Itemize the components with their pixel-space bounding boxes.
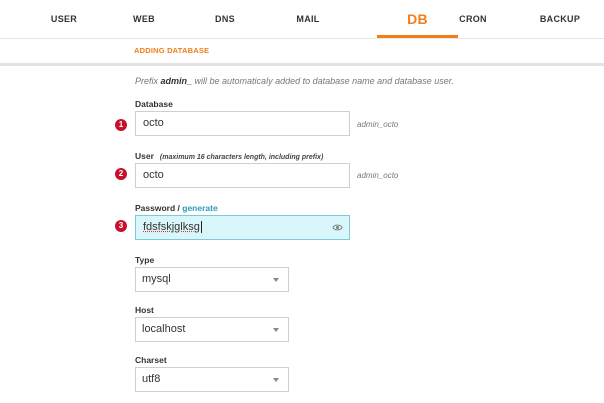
nav-tab-web[interactable]: WEB <box>124 0 164 38</box>
user-length-note: (maximum 16 characters length, including… <box>159 154 324 161</box>
step-badge-2: 2 <box>115 168 127 180</box>
step-badge-1: 1 <box>115 119 127 131</box>
nav-tab-backup[interactable]: BACKUP <box>536 0 584 38</box>
chevron-down-icon <box>273 378 279 382</box>
hint-text-before: Prefix <box>135 76 161 86</box>
host-label: Host <box>135 305 154 315</box>
charset-label: Charset <box>135 355 167 365</box>
nav-tab-dns[interactable]: DNS <box>205 0 245 38</box>
type-label: Type <box>135 255 155 265</box>
nav-tab-mail[interactable]: MAIL <box>288 0 328 38</box>
nav-tab-db[interactable]: DB <box>377 0 458 38</box>
prefix-hint: Prefix admin_ will be automaticaly added… <box>135 76 454 86</box>
nav-tab-user[interactable]: USER <box>44 0 84 38</box>
user-input[interactable]: octo <box>135 163 350 188</box>
generate-password-link[interactable]: generate <box>182 203 217 213</box>
database-label: Database <box>135 99 173 109</box>
user-label: User (maximum 16 characters length, inclu… <box>135 151 323 161</box>
type-select[interactable]: mysql <box>135 267 289 292</box>
host-selected-value: localhost <box>142 323 186 335</box>
charset-select[interactable]: utf8 <box>135 367 289 392</box>
page-title: ADDING DATABASE <box>134 46 210 55</box>
text-caret <box>200 221 202 234</box>
user-full-name: admin_octo <box>357 171 399 180</box>
type-selected-value: mysql <box>142 273 171 285</box>
password-value: fdsfskjglksg <box>143 221 200 233</box>
nav-tab-cron[interactable]: CRON <box>453 0 493 38</box>
database-full-name: admin_octo <box>357 120 399 129</box>
password-input[interactable]: fdsfskjglksg <box>135 215 350 240</box>
password-label-text: Password <box>135 203 176 213</box>
database-input[interactable]: octo <box>135 111 350 136</box>
charset-selected-value: utf8 <box>142 373 161 385</box>
chevron-down-icon <box>273 278 279 282</box>
hint-prefix: admin_ <box>160 76 193 86</box>
password-label: Password / generate <box>135 203 218 213</box>
sub-navigation: ADDING DATABASE <box>0 39 604 66</box>
hint-text-after: will be automaticaly added to database n… <box>192 76 454 86</box>
top-navigation: USER WEB DNS MAIL DB CRON BACKUP <box>0 0 604 39</box>
step-badge-3: 3 <box>115 220 127 232</box>
eye-icon[interactable] <box>332 222 343 233</box>
host-select[interactable]: localhost <box>135 317 289 342</box>
chevron-down-icon <box>273 328 279 332</box>
user-label-text: User <box>135 151 154 161</box>
